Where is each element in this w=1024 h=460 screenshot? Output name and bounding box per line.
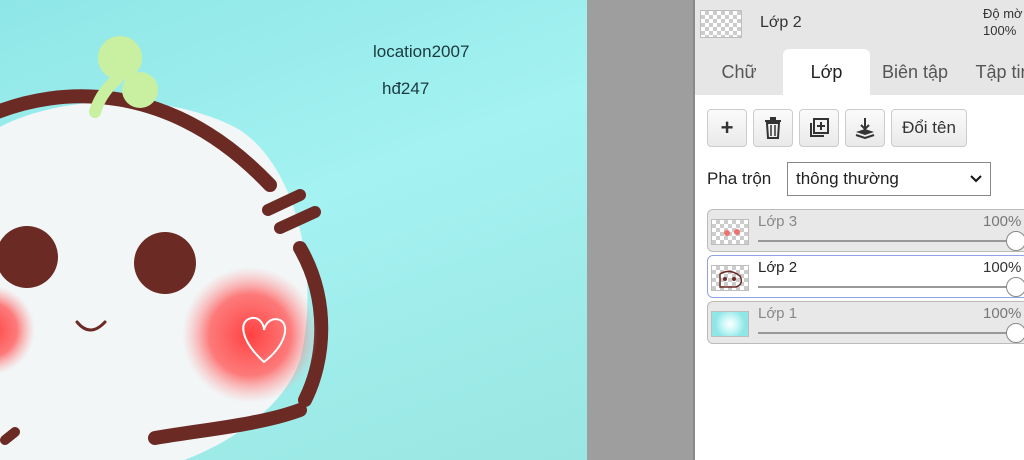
current-layer-thumbnail bbox=[700, 10, 742, 38]
tab-text[interactable]: Chữ bbox=[709, 49, 769, 95]
tab-file[interactable]: Tập tin bbox=[963, 49, 1024, 95]
opacity-slider-handle[interactable] bbox=[1006, 231, 1024, 251]
blend-mode-value: thông thường bbox=[796, 169, 899, 188]
right-blush bbox=[182, 267, 318, 403]
merge-down-icon bbox=[855, 118, 875, 139]
blend-mode-select[interactable]: thông thường bbox=[787, 162, 991, 196]
layer-name: Lớp 3 bbox=[758, 213, 798, 230]
opacity-slider-track[interactable] bbox=[758, 286, 1024, 288]
layer-item-1[interactable]: Lớp 1 100% bbox=[707, 301, 1024, 344]
current-layer-opacity: Độ mờ 100% bbox=[983, 5, 1023, 39]
merge-down-button[interactable] bbox=[845, 109, 885, 147]
blend-mode-label: Pha trộn bbox=[707, 169, 772, 188]
layer-opacity: 100% bbox=[983, 213, 1022, 230]
opacity-slider-track[interactable] bbox=[758, 332, 1024, 334]
opacity-slider-track[interactable] bbox=[758, 240, 1024, 242]
opacity-value: 100% bbox=[983, 23, 1017, 38]
layer-thumbnail bbox=[711, 265, 749, 291]
right-eye bbox=[134, 232, 196, 294]
canvas-text-hd: hđ247 bbox=[382, 79, 430, 98]
canvas-text-location: location2007 bbox=[373, 42, 470, 61]
layer-opacity: 100% bbox=[983, 305, 1022, 322]
layers-panel: Lớp 2 Độ mờ 100% Chữ Lớp Biên tập Tập ti… bbox=[695, 0, 1024, 460]
delete-layer-button[interactable] bbox=[753, 109, 793, 147]
layers-tab-content: + Đổi tên Pha trộn thông thường Lớp 3 10… bbox=[695, 95, 1024, 460]
layer-thumbnail bbox=[711, 311, 749, 337]
current-layer-name: Lớp 2 bbox=[760, 14, 802, 31]
plus-icon: + bbox=[720, 115, 734, 140]
chevron-down-icon bbox=[970, 175, 982, 183]
trash-icon bbox=[765, 117, 781, 139]
layer-opacity: 100% bbox=[983, 259, 1022, 276]
layer-item-3[interactable]: Lớp 3 100% bbox=[707, 209, 1024, 252]
add-layer-button[interactable]: + bbox=[707, 109, 747, 147]
layer-name: Lớp 2 bbox=[758, 259, 798, 276]
duplicate-layer-button[interactable] bbox=[799, 109, 839, 147]
panel-tabs: Chữ Lớp Biên tập Tập tin bbox=[695, 49, 1024, 95]
opacity-slider-handle[interactable] bbox=[1006, 323, 1024, 343]
layer-name: Lớp 1 bbox=[758, 305, 798, 322]
layer-thumbnail bbox=[711, 219, 749, 245]
workspace-gutter bbox=[587, 0, 693, 460]
character-illustration bbox=[0, 36, 329, 460]
opacity-slider-handle[interactable] bbox=[1006, 277, 1024, 297]
opacity-label: Độ mờ bbox=[983, 6, 1023, 21]
tab-layers[interactable]: Lớp bbox=[783, 49, 870, 95]
layer-item-2[interactable]: Lớp 2 100% bbox=[707, 255, 1024, 298]
drawing-canvas[interactable]: location2007 hđ247 bbox=[0, 0, 587, 460]
rename-layer-button[interactable]: Đổi tên bbox=[891, 109, 967, 147]
duplicate-icon bbox=[810, 118, 829, 137]
tab-edit[interactable]: Biên tập bbox=[873, 49, 957, 95]
